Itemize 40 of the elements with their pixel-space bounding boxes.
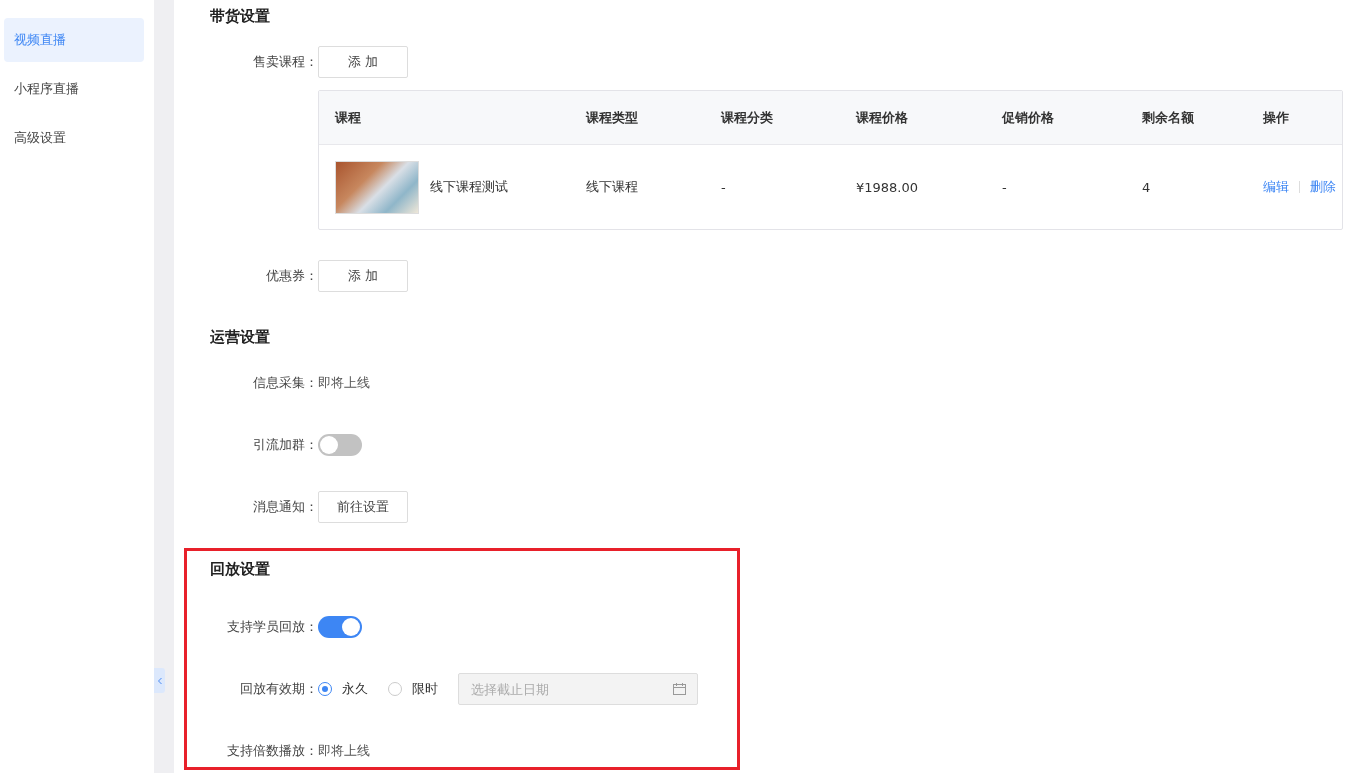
chevron-left-icon [156,676,163,685]
status-text: 即将上线 [318,742,370,760]
form-label: 引流加群： [252,436,318,454]
action-link[interactable]: 删除 [1310,178,1336,196]
form-label: 信息采集： [252,374,318,392]
calendar-icon [673,683,686,695]
form-label: 消息通知： [252,498,318,516]
table-cell: - [1002,179,1007,195]
status-text: 即将上线 [318,374,370,392]
form-label: 回放有效期： [239,680,318,698]
action-link[interactable]: 编辑 [1263,178,1289,196]
sidebar-item[interactable]: 小程序直播 [4,67,144,111]
column-header: 剩余名额 [1141,108,1195,127]
form-label: 优惠券： [265,267,318,285]
column-header: 课程 [333,108,362,127]
column-header: 课程类型 [584,108,639,127]
action-button[interactable]: 前往设置 [318,491,408,523]
table-cell: - [721,179,726,195]
table-cell: 线下课程测试 [430,178,508,196]
sidebar-item[interactable]: 高级设置 [4,116,144,160]
toggle-switch[interactable] [318,616,362,638]
section-title: 运营设置 [210,327,271,348]
toggle-switch[interactable] [318,434,362,456]
column-header: 课程价格 [854,108,909,127]
action-button[interactable]: 添 加 [318,260,408,292]
radio-label: 限时 [412,680,438,698]
collapse-button[interactable] [154,668,165,693]
table-cell: 4 [1142,179,1151,195]
section-title: 带货设置 [210,6,271,27]
form-label: 售卖课程： [252,53,318,71]
radio-label: 永久 [342,680,368,698]
section-title: 回放设置 [210,559,271,580]
form-label: 支持倍数播放： [226,742,318,760]
table-cell: ¥1988.00 [856,179,919,195]
table-cell: 线下课程 [586,178,638,196]
column-header: 课程分类 [719,108,774,127]
action-button[interactable]: 添 加 [318,46,408,78]
form-label: 支持学员回放： [226,618,318,636]
column-header: 促销价格 [1000,108,1055,127]
column-header: 操作 [1262,108,1290,127]
